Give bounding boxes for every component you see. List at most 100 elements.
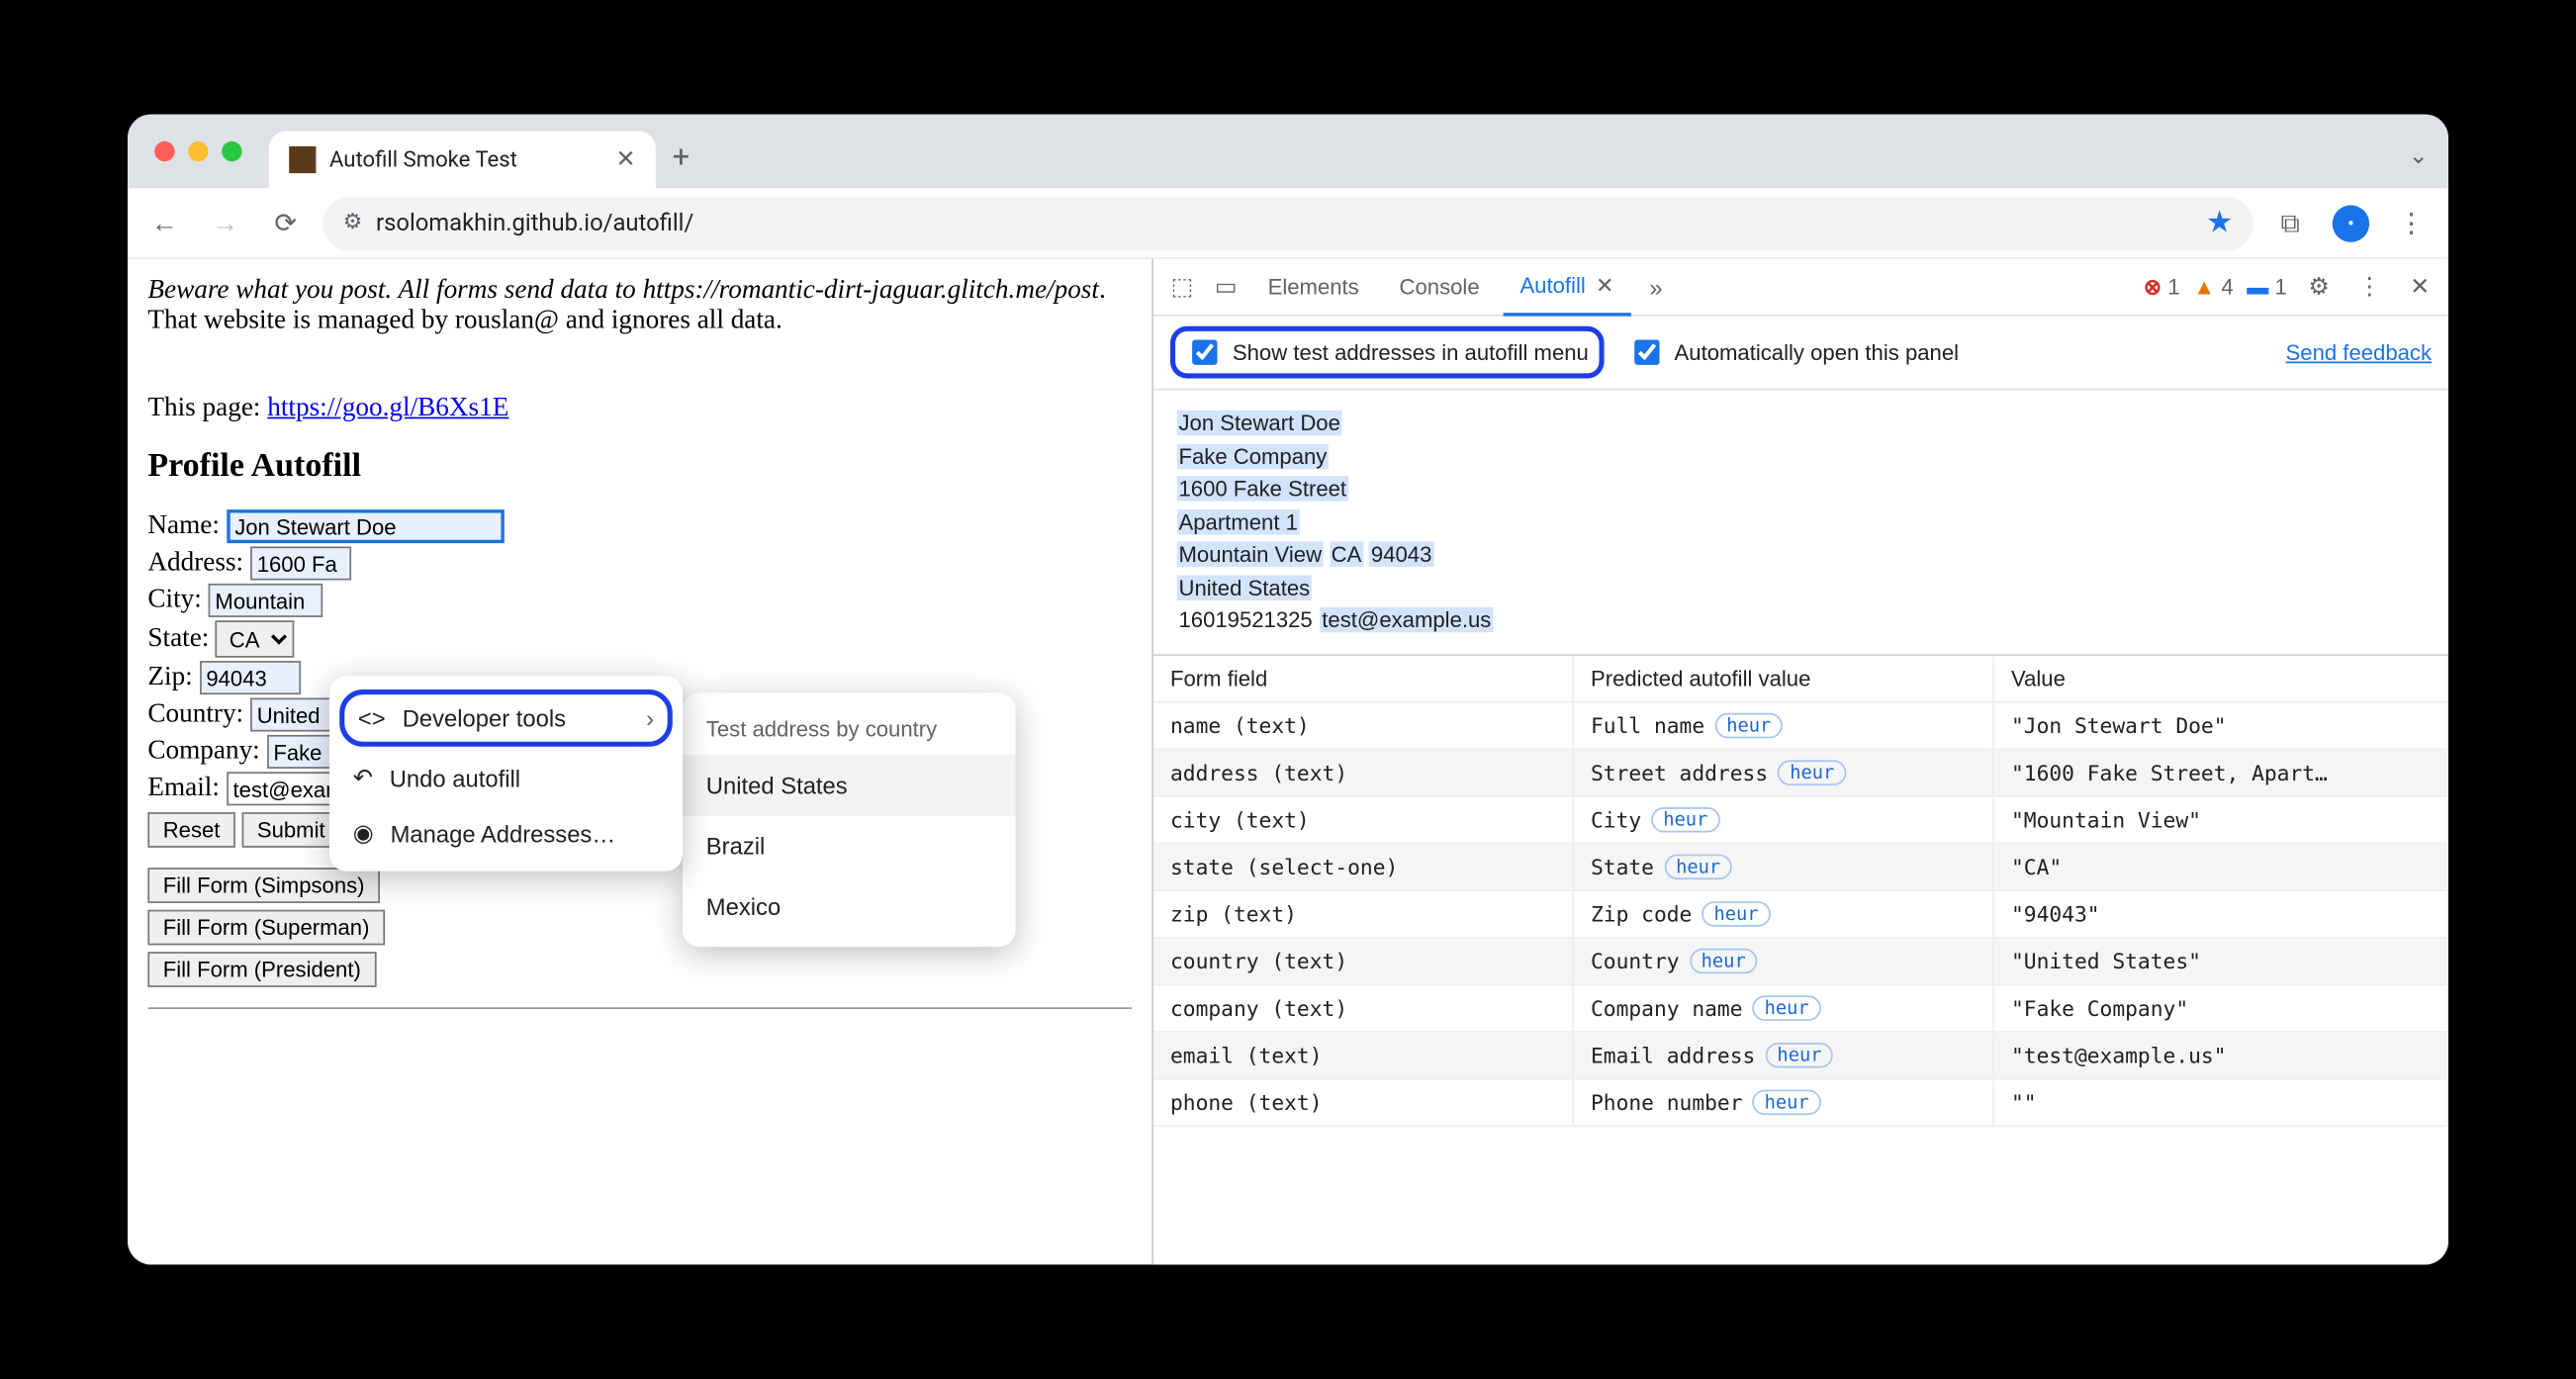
close-devtools-icon[interactable]: ✕ xyxy=(2401,272,2438,301)
tabs-overflow-icon[interactable]: ⌄ xyxy=(2409,142,2429,169)
cell-field: email (text) xyxy=(1153,1032,1574,1077)
ctx-developer-tools[interactable]: <> Developer tools › xyxy=(339,690,673,747)
profile-city: Mountain View xyxy=(1177,541,1324,567)
show-test-checkbox-input[interactable] xyxy=(1192,339,1218,365)
warning-badge[interactable]: ▲ 4 xyxy=(2193,274,2233,300)
devtools-menu-icon[interactable]: ⋮ xyxy=(2350,272,2387,301)
name-input[interactable] xyxy=(227,509,505,543)
tab-elements[interactable]: Elements xyxy=(1251,258,1376,316)
issues-badge[interactable]: ▬ 1 xyxy=(2247,274,2287,300)
divider xyxy=(147,1007,1132,1009)
this-page-link[interactable]: https://goo.gl/B6Xs1E xyxy=(267,394,508,422)
site-settings-icon[interactable]: ⚙ xyxy=(343,210,363,235)
new-tab-button[interactable]: + xyxy=(673,138,690,174)
warning-text-italic: Beware what you post. All forms send dat… xyxy=(147,276,1099,305)
auto-open-panel-checkbox[interactable]: Automatically open this panel xyxy=(1627,334,1959,370)
table-row[interactable]: address (text)Street address heur"1600 F… xyxy=(1153,749,2448,796)
ctx-manage-addresses[interactable]: ◉ Manage Addresses… xyxy=(329,805,683,861)
table-row[interactable]: country (text)Country heur"United States… xyxy=(1153,938,2448,985)
cell-predicted: Company name heur xyxy=(1574,984,1994,1030)
zip-label: Zip: xyxy=(147,663,192,693)
close-tab-icon[interactable]: ✕ xyxy=(615,146,635,173)
bookmark-star-icon[interactable]: ★ xyxy=(2206,205,2233,240)
table-row[interactable]: name (text)Full name heur"Jon Stewart Do… xyxy=(1153,702,2448,750)
country-input[interactable] xyxy=(250,698,331,732)
address-bar[interactable]: ⚙ rsolomakhin.github.io/autofill/ ★ xyxy=(322,196,2254,249)
this-page-label: This page: xyxy=(147,394,267,422)
browser-tab[interactable]: Autofill Smoke Test ✕ xyxy=(269,132,656,189)
tab-autofill[interactable]: Autofill ✕ xyxy=(1503,258,1630,316)
autofill-table: Form field Predicted autofill value Valu… xyxy=(1153,653,2448,1264)
submenu-option-us[interactable]: United States xyxy=(683,755,1016,815)
submenu-option-brazil[interactable]: Brazil xyxy=(683,816,1016,876)
chrome-menu-icon[interactable]: ⋮ xyxy=(2388,199,2436,246)
more-tabs-icon[interactable]: » xyxy=(1637,273,1674,300)
state-select[interactable]: CA xyxy=(216,620,295,657)
submenu-option-mexico[interactable]: Mexico xyxy=(683,876,1016,937)
device-toggle-icon[interactable]: ▭ xyxy=(1207,272,1243,301)
cell-field: phone (text) xyxy=(1153,1079,1574,1125)
cell-value: "1600 Fake Street, Apart… xyxy=(1994,749,2448,794)
tab-title: Autofill Smoke Test xyxy=(329,147,602,173)
tab-console[interactable]: Console xyxy=(1383,258,1497,316)
window-controls xyxy=(154,141,241,161)
chevron-right-icon: › xyxy=(646,704,654,731)
close-tab-icon[interactable]: ✕ xyxy=(1596,272,1614,299)
fill-simpsons-button[interactable]: Fill Form (Simpsons) xyxy=(147,868,379,903)
reload-button[interactable]: ⟳ xyxy=(262,199,310,246)
auto-open-checkbox-input[interactable] xyxy=(1634,339,1660,365)
reset-button[interactable]: Reset xyxy=(147,812,234,848)
close-window-button[interactable] xyxy=(154,141,174,161)
cell-field: company (text) xyxy=(1153,984,1574,1030)
address-input[interactable] xyxy=(250,547,351,581)
cell-predicted: Phone number heur xyxy=(1574,1079,1994,1125)
cell-field: name (text) xyxy=(1153,702,1574,748)
table-row[interactable]: state (select-one)State heur"CA" xyxy=(1153,844,2448,891)
email-label: Email: xyxy=(147,774,220,804)
chrome-settings-icon: ◉ xyxy=(353,819,374,848)
heur-badge: heur xyxy=(1664,854,1732,879)
content-area: Beware what you post. All forms send dat… xyxy=(128,259,2448,1265)
favicon xyxy=(289,146,316,173)
profile-avatar[interactable]: • xyxy=(2328,199,2375,246)
fill-president-button[interactable]: Fill Form (President) xyxy=(147,952,376,987)
error-badge[interactable]: ⊗ 1 xyxy=(2144,273,2180,300)
send-feedback-link[interactable]: Send feedback xyxy=(2286,339,2432,365)
cell-value: "Fake Company" xyxy=(1994,984,2448,1030)
show-test-label: Show test addresses in autofill menu xyxy=(1233,339,1589,365)
cell-predicted: Full name heur xyxy=(1574,702,1994,748)
col-form-field: Form field xyxy=(1153,655,1574,700)
cell-value: "United States" xyxy=(1994,938,2448,983)
profile-state: CA xyxy=(1330,541,1363,567)
minimize-window-button[interactable] xyxy=(188,141,208,161)
company-input[interactable] xyxy=(267,735,331,769)
back-button[interactable]: ← xyxy=(141,199,189,246)
show-test-addresses-checkbox[interactable]: Show test addresses in autofill menu xyxy=(1170,326,1604,379)
maximize-window-button[interactable] xyxy=(222,141,241,161)
settings-gear-icon[interactable]: ⚙ xyxy=(2300,272,2337,301)
auto-open-label: Automatically open this panel xyxy=(1675,339,1959,365)
forward-button[interactable]: → xyxy=(202,199,249,246)
page-heading: Profile Autofill xyxy=(147,447,1132,486)
zip-input[interactable] xyxy=(200,661,301,694)
devtools-panel: ⬚ ▭ Elements Console Autofill ✕ » ⊗ 1 ▲ … xyxy=(1153,259,2448,1265)
cell-value: "test@example.us" xyxy=(1994,1032,2448,1077)
url-text: rsolomakhin.github.io/autofill/ xyxy=(376,210,693,236)
table-row[interactable]: email (text)Email address heur"test@exam… xyxy=(1153,1032,2448,1079)
profile-email: test@example.us xyxy=(1321,607,1493,633)
fill-superman-button[interactable]: Fill Form (Superman) xyxy=(147,910,384,946)
rendered-page: Beware what you post. All forms send dat… xyxy=(128,259,1153,1265)
table-row[interactable]: company (text)Company name heur"Fake Com… xyxy=(1153,984,2448,1032)
cell-field: state (select-one) xyxy=(1153,844,1574,889)
inspect-icon[interactable]: ⬚ xyxy=(1163,272,1200,301)
ctx-undo-autofill[interactable]: ↶ Undo autofill xyxy=(329,750,683,805)
browser-toolbar: ← → ⟳ ⚙ rsolomakhin.github.io/autofill/ … xyxy=(128,188,2448,258)
submit-button[interactable]: Submit xyxy=(242,812,340,848)
city-input[interactable] xyxy=(209,584,323,617)
table-row[interactable]: phone (text)Phone number heur"" xyxy=(1153,1079,2448,1127)
address-label: Address: xyxy=(147,548,243,579)
table-row[interactable]: zip (text)Zip code heur"94043" xyxy=(1153,890,2448,938)
table-row[interactable]: city (text)City heur"Mountain View" xyxy=(1153,796,2448,844)
col-predicted: Predicted autofill value xyxy=(1574,655,1994,700)
extensions-icon[interactable]: ⧉ xyxy=(2266,199,2314,246)
